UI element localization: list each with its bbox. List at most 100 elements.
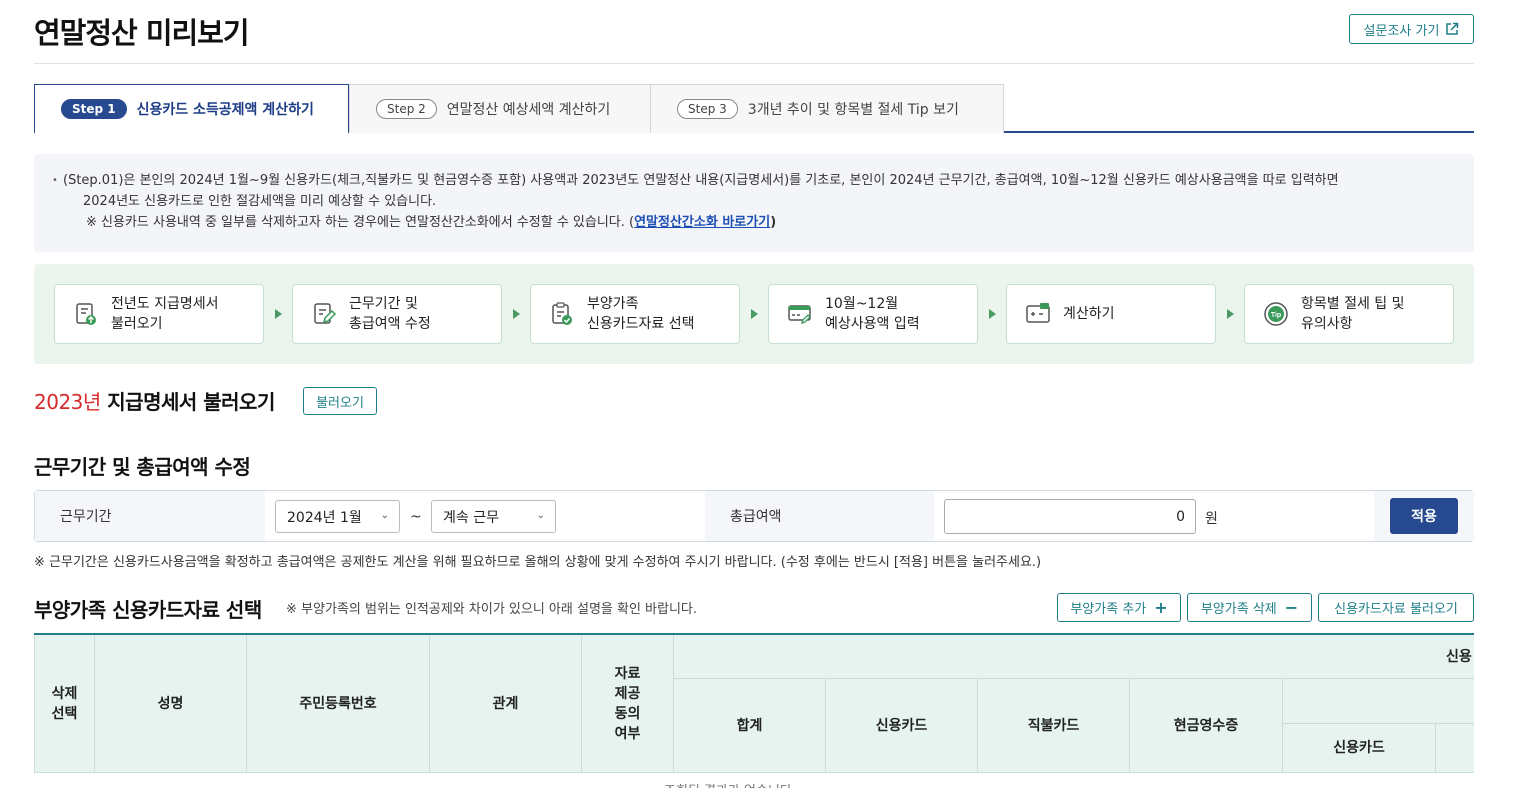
calculator-icon: [1026, 303, 1050, 323]
import-section-title: 2023년 지급명세서 불러오기: [34, 386, 275, 415]
step-arrow-icon: [989, 309, 996, 319]
col-sub-next: [1436, 724, 1474, 773]
add-dependent-button[interactable]: 부양가족 추가 +: [1057, 593, 1181, 622]
tab-label: 연말정산 예상세액 계산하기: [446, 102, 611, 118]
step-text: 전년도 지급명세서불러오기: [111, 294, 219, 334]
range-tilde: ~: [410, 509, 422, 525]
simplified-service-link[interactable]: 연말정산간소화 바로가기: [634, 215, 770, 230]
col-sub-credit-card: 신용카드: [1283, 724, 1436, 773]
col-total: 합계: [674, 679, 826, 773]
tab-step2[interactable]: Step 2 연말정산 예상세액 계산하기: [349, 84, 651, 133]
import-year: 2023년: [34, 390, 101, 414]
edit-document-icon: [314, 303, 337, 324]
step-text-line2: 총급여액 수정: [349, 316, 431, 332]
col-name: 성명: [95, 635, 247, 773]
col-debit-card: 직불카드: [978, 679, 1130, 773]
work-section-title: 근무기간 및 총급여액 수정: [34, 455, 251, 479]
import-button[interactable]: 불러오기: [303, 387, 377, 415]
step-tabs: Step 1 신용카드 소득공제액 계산하기 Step 2 연말정산 예상세액 …: [34, 84, 1474, 134]
dependents-section-title: 부양가족 신용카드자료 선택: [34, 598, 262, 622]
end-month-value: 계속 근무: [443, 509, 499, 526]
step-text-line2: 예상사용액 입력: [825, 316, 920, 332]
col-relation: 관계: [430, 635, 582, 773]
step-text-line1: 근무기간 및: [349, 296, 418, 312]
salary-label: 총급여액: [705, 491, 934, 541]
tip-icon: Tip: [1264, 302, 1288, 326]
minus-icon: −: [1284, 598, 1299, 617]
step-text-line2: 불러오기: [111, 316, 163, 332]
import-title-text: 지급명세서 불러오기: [100, 390, 275, 414]
step-arrow-icon: [275, 309, 282, 319]
step-text-line1: 부양가족: [587, 296, 639, 312]
step-arrow-icon: [513, 309, 520, 319]
period-label: 근무기간: [35, 491, 265, 541]
delete-dependent-button[interactable]: 부양가족 삭제 −: [1187, 593, 1312, 622]
start-month-select[interactable]: 2024년 1월 ⌄: [275, 500, 400, 533]
info-note: ※ 신용카드 사용내역 중 일부를 삭제하고자 하는 경우에는 연말정산간소화에…: [56, 212, 1452, 233]
process-step-tips[interactable]: Tip 항목별 절세 팁 및유의사항: [1244, 284, 1454, 344]
tab-label: 신용카드 소득공제액 계산하기: [136, 101, 314, 118]
delete-dependent-label: 부양가족 삭제: [1200, 602, 1277, 617]
step-text-line1: 항목별 절세 팁 및: [1301, 296, 1405, 312]
step-text: 계산하기: [1063, 304, 1115, 324]
info-line: (Step.01)은 본인의 2024년 1월~9월 신용카드(체크,직불카드 …: [52, 170, 1452, 191]
col-delete-select: 삭제 선택: [34, 635, 95, 773]
step-arrow-icon: [751, 309, 758, 319]
step-text: 10월~12월예상사용액 입력: [825, 294, 920, 334]
process-step-import[interactable]: 전년도 지급명세서불러오기: [54, 284, 264, 344]
step-badge: Step 2: [376, 99, 437, 119]
col-consent: 자료 제공 동의 여부: [582, 635, 674, 773]
document-upload-icon: [76, 303, 96, 325]
info-note-text: ※ 신용카드 사용내역 중 일부를 삭제하고자 하는 경우에는 연말정산간소화에…: [86, 215, 635, 230]
tab-step3[interactable]: Step 3 3개년 추이 및 항목별 절세 Tip 보기: [650, 84, 1004, 133]
col-cash-receipt: 현금영수증: [1130, 679, 1283, 773]
step-text-line2: 유의사항: [1301, 316, 1353, 332]
process-step-edit[interactable]: 근무기간 및총급여액 수정: [292, 284, 502, 344]
add-dependent-label: 부양가족 추가: [1070, 602, 1147, 617]
work-period-form: 근무기간 2024년 1월 ⌄ ~ 계속 근무 ⌄ 총급여액 0 원 적용: [34, 490, 1474, 542]
salary-input[interactable]: 0: [944, 499, 1196, 534]
empty-result-message: 조회된 결과가 없습니다: [664, 780, 792, 788]
chevron-down-icon: ⌄: [536, 510, 545, 521]
step-text-line2: 신용카드자료 선택: [587, 316, 695, 332]
end-month-select[interactable]: 계속 근무 ⌄: [431, 500, 556, 533]
work-period-note: ※ 근무기간은 신용카드사용금액을 확정하고 총급여액은 공제한도 계산을 위해…: [34, 555, 1042, 570]
step-text: 부양가족신용카드자료 선택: [587, 294, 695, 334]
plus-icon: +: [1154, 598, 1168, 617]
process-step-expected[interactable]: 10월~12월예상사용액 입력: [768, 284, 978, 344]
survey-label: 설문조사 가기: [1363, 23, 1440, 39]
step-arrow-icon: [1227, 309, 1234, 319]
tab-step1[interactable]: Step 1 신용카드 소득공제액 계산하기: [34, 84, 349, 134]
svg-text:Tip: Tip: [1271, 312, 1281, 319]
step-text-line1: 전년도 지급명세서: [111, 296, 219, 312]
step-text: 항목별 절세 팁 및유의사항: [1301, 294, 1405, 334]
apply-button[interactable]: 적용: [1390, 498, 1458, 534]
step-text-line1: 계산하기: [1063, 306, 1115, 322]
col-rrn: 주민등록번호: [247, 635, 430, 773]
col-group-credit: 신용: [674, 635, 1474, 679]
page-title: 연말정산 미리보기: [34, 16, 250, 50]
process-step-dependents[interactable]: 부양가족신용카드자료 선택: [530, 284, 740, 344]
tab-label: 3개년 추이 및 항목별 절세 Tip 보기: [747, 102, 959, 118]
card-input-icon: [788, 305, 811, 325]
process-step-calculate[interactable]: 계산하기: [1006, 284, 1216, 344]
currency-unit: 원: [1205, 511, 1218, 527]
dependents-table: 삭제 선택 성명 주민등록번호 관계 자료 제공 동의 여부 신용 합계 신용카…: [34, 633, 1474, 788]
step-text: 근무기간 및총급여액 수정: [349, 294, 431, 334]
info-line: 2024년도 신용카드로 인한 절감세액을 미리 예상할 수 있습니다.: [83, 194, 437, 209]
info-box: (Step.01)은 본인의 2024년 1월~9월 신용카드(체크,직불카드 …: [34, 154, 1474, 252]
start-month-value: 2024년 1월: [287, 509, 362, 526]
step-badge: Step 1: [61, 98, 127, 119]
external-link-icon: [1446, 22, 1459, 35]
load-card-data-button[interactable]: 신용카드자료 불러오기: [1318, 593, 1474, 622]
header-divider: [34, 63, 1474, 64]
checklist-icon: [552, 302, 572, 325]
info-note-close: ): [770, 215, 777, 230]
process-steps: 전년도 지급명세서불러오기 근무기간 및총급여액 수정 부양가족신용카드자료 선…: [34, 264, 1474, 364]
survey-button[interactable]: 설문조사 가기: [1349, 14, 1474, 44]
load-card-data-label: 신용카드자료 불러오기: [1334, 602, 1458, 617]
dependents-note: ※ 부양가족의 범위는 인적공제와 차이가 있으니 아래 설명을 확인 바랍니다…: [286, 602, 698, 617]
step-badge: Step 3: [677, 99, 738, 119]
step-text-line1: 10월~12월: [825, 296, 899, 312]
col-subgroup: [1283, 679, 1474, 724]
